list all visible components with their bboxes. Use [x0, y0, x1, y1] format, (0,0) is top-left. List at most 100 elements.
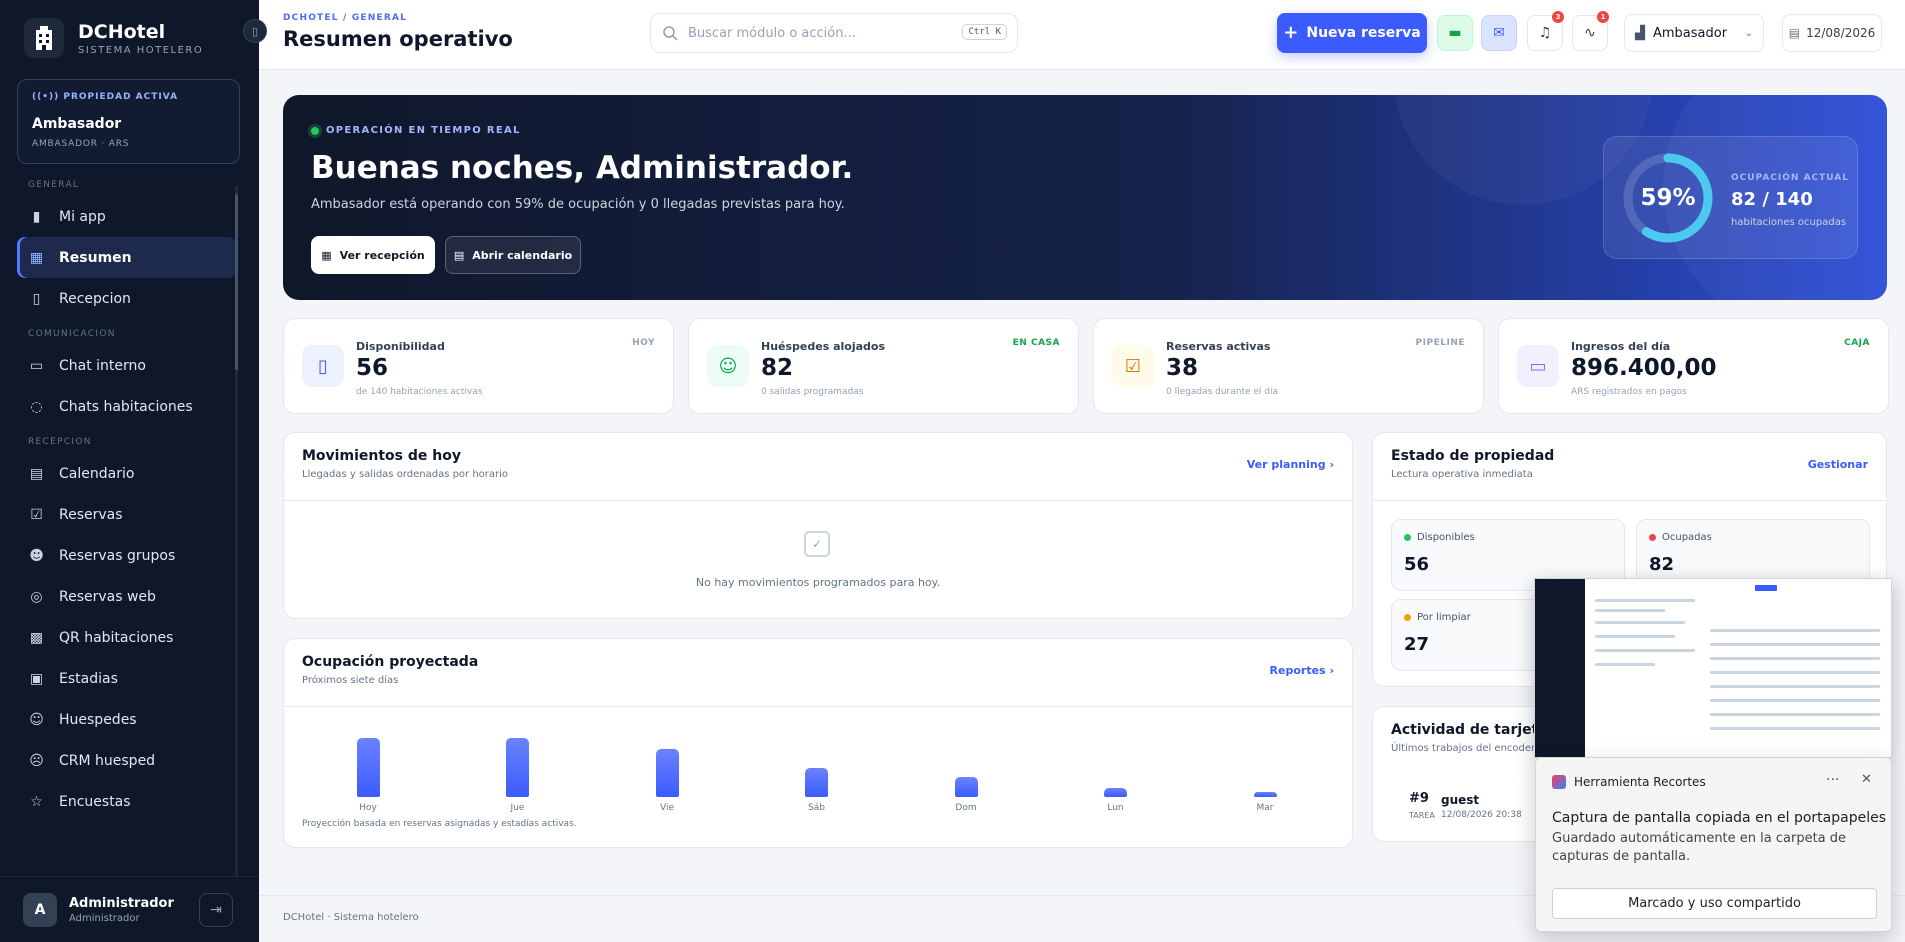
active-property-card[interactable]: ((•)) PROPIEDAD ACTIVA Ambasador AMBASAD… [17, 79, 240, 164]
open-calendar-label: Abrir calendario [472, 248, 573, 262]
sidebar-toggle-icon: ▯ [251, 24, 259, 38]
sidebar-item-mi-app[interactable]: ▮ Mi app [17, 196, 236, 237]
id-card-icon: ▣ [29, 670, 44, 687]
stat-tag: EN CASA [1012, 338, 1060, 348]
thumbnail-line [1595, 599, 1695, 602]
sidebar-item-label: Reservas web [59, 588, 156, 605]
sidebar-item-reservas-web[interactable]: ◎ Reservas web [17, 576, 236, 617]
divider [284, 706, 1352, 707]
stat-card-availability[interactable]: ▯ Disponibilidad 56 de 140 habitaciones … [283, 318, 674, 414]
new-booking-button[interactable]: + Nueva reserva [1277, 13, 1427, 53]
sidebar-item-encuestas[interactable]: ☆ Encuestas [17, 781, 236, 822]
notifications-button[interactable]: ♫ 3 [1527, 11, 1564, 51]
user-check-icon: ☺ [707, 345, 749, 387]
chart-bar[interactable] [356, 738, 380, 797]
search-box[interactable]: Ctrl K [650, 13, 1018, 53]
top-header: DCHOTEL / GENERAL Resumen operativo Ctrl… [259, 0, 1905, 70]
occupancy-value: 82 / 140 [1731, 189, 1813, 210]
reports-link[interactable]: Reportes › [1270, 664, 1334, 677]
sidebar-item-chats-habitaciones[interactable]: ◌ Chats habitaciones [17, 386, 236, 427]
sidebar-item-resumen[interactable]: ▦ Resumen [17, 237, 236, 278]
activity-badge: 1 [1597, 11, 1609, 23]
stat-card-bookings[interactable]: ☑ Reservas activas 38 0 llegadas durante… [1093, 318, 1484, 414]
sidebar-item-label: Recepcion [59, 290, 131, 307]
chart-bar[interactable] [1253, 792, 1277, 797]
globe-icon: ◎ [30, 588, 43, 605]
status-dot [1649, 534, 1656, 541]
date-picker[interactable]: ▤ 12/08/2026 [1782, 14, 1882, 52]
sidebar-item-chat-interno[interactable]: ▭ Chat interno [17, 345, 236, 386]
stat-value: 56 [356, 355, 389, 381]
nav-section-recepcion: RECEPCION [28, 437, 92, 447]
projection-panel: Ocupación proyectada Próximos siete días… [283, 638, 1353, 848]
stat-tag: PIPELINE [1415, 338, 1465, 348]
live-tag-label: OPERACIÓN EN TIEMPO REAL [326, 125, 521, 136]
search-input[interactable] [688, 25, 948, 41]
close-icon[interactable]: ✕ [1861, 772, 1872, 787]
activity-kind: TAREA [1409, 811, 1435, 820]
calendar-empty-icon: ✓ [804, 531, 830, 557]
movements-title: Movimientos de hoy [302, 448, 461, 464]
stat-card-guests[interactable]: ☺ Huéspedes alojados 82 0 salidas progra… [688, 318, 1079, 414]
screenshot-thumbnail[interactable] [1534, 578, 1892, 758]
chart-bar[interactable] [954, 777, 978, 797]
view-reception-button[interactable]: ▦ Ver recepción [311, 236, 435, 274]
open-calendar-button[interactable]: ▤ Abrir calendario [445, 236, 581, 274]
activity-title[interactable]: guest [1441, 793, 1479, 807]
building-icon: ▯ [32, 290, 41, 307]
thumbnail-line [1710, 643, 1880, 646]
divider [1373, 500, 1886, 501]
activity-button[interactable]: ∿ 1 [1572, 11, 1609, 51]
view-planning-link[interactable]: Ver planning › [1247, 458, 1334, 471]
sidebar-item-qr-habitaciones[interactable]: ▩ QR habitaciones [17, 617, 236, 658]
mail-button[interactable]: ✉ [1481, 15, 1517, 51]
more-options-icon[interactable]: ··· [1826, 772, 1839, 788]
chart-bar[interactable] [805, 768, 828, 797]
mail-icon: ✉ [1493, 25, 1505, 41]
bell-icon: ♫ [1538, 25, 1552, 41]
chart-bar[interactable] [506, 738, 529, 797]
sidebar-item-huespedes[interactable]: ☺ Huespedes [17, 699, 236, 740]
active-property-tag: ((•)) PROPIEDAD ACTIVA [32, 92, 225, 102]
stat-card-revenue[interactable]: ▭ Ingresos del día 896.400,00 ARS regist… [1498, 318, 1889, 414]
sidebar-item-crm-huesped[interactable]: ☹ CRM huesped [17, 740, 236, 781]
property-select[interactable]: ▟ Ambasador ⌄ [1624, 14, 1764, 52]
manage-link[interactable]: Gestionar [1808, 458, 1868, 471]
activity-icon: ∿ [1584, 25, 1596, 41]
sidebar: DCHotel SISTEMA HOTELERO ((•)) PROPIEDAD… [0, 0, 259, 942]
avatar[interactable]: A [23, 892, 57, 927]
sidebar-scroll-thumb[interactable] [235, 194, 238, 370]
sidebar-item-label: Estadias [59, 670, 118, 687]
sidebar-item-label: Reservas [59, 506, 123, 523]
brand[interactable]: DCHotel SISTEMA HOTELERO [24, 18, 203, 58]
brand-name: DCHotel [78, 20, 166, 43]
thumbnail-line [1755, 585, 1777, 591]
message-icon: ▬ [1448, 25, 1462, 41]
sidebar-item-calendario[interactable]: ▤ Calendario [17, 453, 236, 494]
sidebar-item-reservas[interactable]: ☑ Reservas [17, 494, 236, 535]
sidebar-item-estadias[interactable]: ▣ Estadias [17, 658, 236, 699]
chart-bar[interactable] [1104, 788, 1127, 797]
live-dot-icon [311, 126, 319, 135]
breadcrumb[interactable]: DCHOTEL / GENERAL [283, 13, 407, 23]
room-state-label: Disponibles [1404, 532, 1475, 543]
hero-banner: OPERACIÓN EN TIEMPO REAL Buenas noches, … [283, 95, 1887, 300]
sidebar-item-reservas-grupos[interactable]: ☻ Reservas grupos [17, 535, 236, 576]
user-bar: A Administrador Administrador ⇥ [0, 876, 259, 942]
logout-button[interactable]: ⇥ [199, 893, 233, 927]
markup-share-button[interactable]: Marcado y uso compartido [1552, 888, 1877, 919]
sidebar-item-recepcion[interactable]: ▯ Recepcion [17, 278, 236, 319]
calendar-icon: ▤ [1788, 26, 1801, 40]
footer-text: DCHotel · Sistema hotelero [283, 912, 419, 923]
active-property-tag-label: PROPIEDAD ACTIVA [63, 92, 179, 102]
collapse-sidebar-button[interactable]: ▯ [243, 19, 267, 43]
group-icon: ☻ [29, 547, 44, 564]
thumbnail-line [1710, 657, 1880, 660]
whatsapp-button[interactable]: ▬ [1437, 15, 1473, 51]
stat-sub: 0 llegadas durante el día [1166, 387, 1279, 397]
chart-bar[interactable] [655, 749, 679, 797]
sidebar-item-label: CRM huesped [59, 752, 156, 769]
sidebar-item-label: Resumen [59, 249, 132, 266]
stat-label: Ingresos del día [1571, 340, 1671, 353]
date-value: 12/08/2026 [1806, 26, 1876, 40]
